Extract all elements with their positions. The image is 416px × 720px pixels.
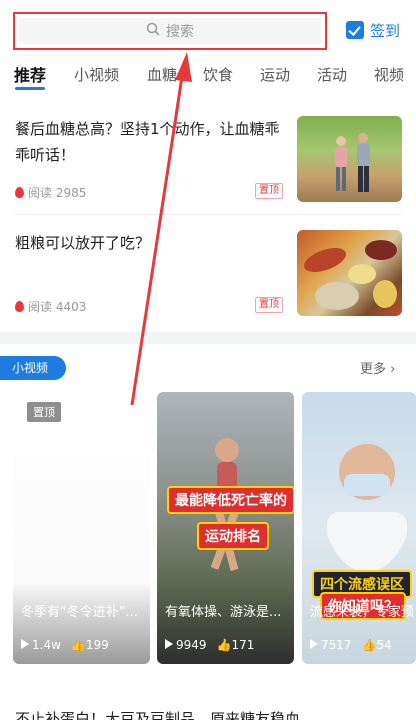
annotation-arrow — [130, 52, 192, 406]
